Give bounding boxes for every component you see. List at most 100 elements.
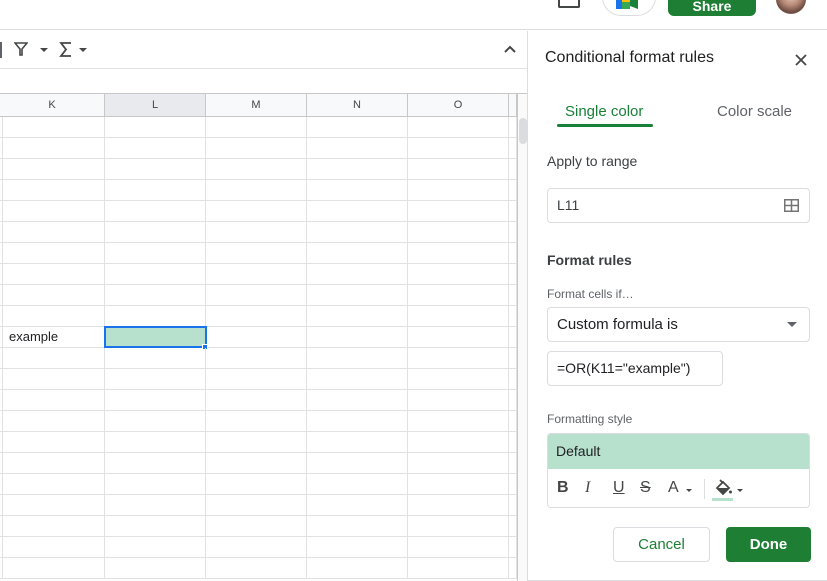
cell[interactable] (509, 558, 517, 578)
cell-n14[interactable] (307, 390, 408, 410)
cell-k1[interactable] (3, 117, 105, 137)
active-cell[interactable] (104, 326, 207, 348)
strikethrough-button[interactable]: S (640, 479, 651, 497)
cell-k2[interactable] (3, 138, 105, 158)
cell-o12[interactable] (408, 348, 509, 368)
filter-dropdown-caret[interactable] (40, 48, 48, 52)
cell[interactable] (509, 390, 517, 410)
cell-o6[interactable] (408, 222, 509, 242)
cell-m2[interactable] (206, 138, 307, 158)
cell-n12[interactable] (307, 348, 408, 368)
cell-m6[interactable] (206, 222, 307, 242)
text-color-button[interactable]: A (668, 479, 679, 497)
style-preview-dropdown[interactable]: Default (548, 434, 809, 469)
cell-n22[interactable] (307, 558, 408, 578)
cancel-button[interactable]: Cancel (613, 527, 710, 562)
cell-m4[interactable] (206, 180, 307, 200)
cell-m12[interactable] (206, 348, 307, 368)
cell-k9[interactable] (3, 285, 105, 305)
cell-m22[interactable] (206, 558, 307, 578)
cell-n16[interactable] (307, 432, 408, 452)
cell-l18[interactable] (105, 474, 206, 494)
formula-bar[interactable] (0, 70, 527, 94)
cell-l21[interactable] (105, 537, 206, 557)
cell-k12[interactable] (3, 348, 105, 368)
condition-select[interactable]: Custom formula is (547, 307, 810, 342)
cell-m3[interactable] (206, 159, 307, 179)
cell[interactable] (509, 432, 517, 452)
cell-l4[interactable] (105, 180, 206, 200)
cell[interactable] (509, 159, 517, 179)
cell[interactable] (509, 327, 517, 347)
cell-k22[interactable] (3, 558, 105, 578)
cell-o21[interactable] (408, 537, 509, 557)
comment-icon[interactable] (558, 0, 580, 8)
cell[interactable] (509, 285, 517, 305)
cell-o22[interactable] (408, 558, 509, 578)
cell-o1[interactable] (408, 117, 509, 137)
close-icon[interactable] (792, 51, 810, 69)
cell-l2[interactable] (105, 138, 206, 158)
cell-n11[interactable] (307, 327, 408, 347)
cell[interactable] (509, 243, 517, 263)
cell-o7[interactable] (408, 243, 509, 263)
italic-button[interactable]: I (585, 479, 590, 497)
tab-color-scale[interactable]: Color scale (717, 103, 792, 120)
cell[interactable] (509, 348, 517, 368)
cell-k7[interactable] (3, 243, 105, 263)
cell-m18[interactable] (206, 474, 307, 494)
cell-n7[interactable] (307, 243, 408, 263)
cell-n9[interactable] (307, 285, 408, 305)
cell-l6[interactable] (105, 222, 206, 242)
cell[interactable] (509, 306, 517, 326)
cell[interactable] (509, 264, 517, 284)
cell-k8[interactable] (3, 264, 105, 284)
fill-color-icon[interactable] (713, 478, 733, 498)
cell[interactable] (509, 453, 517, 473)
cell-n6[interactable] (307, 222, 408, 242)
cell-l20[interactable] (105, 516, 206, 536)
cell-l19[interactable] (105, 495, 206, 515)
cell-n19[interactable] (307, 495, 408, 515)
text-color-caret[interactable] (686, 489, 692, 492)
cell-n8[interactable] (307, 264, 408, 284)
cell-o4[interactable] (408, 180, 509, 200)
cell-k11[interactable]: example (3, 327, 105, 347)
cell-m10[interactable] (206, 306, 307, 326)
cell-m15[interactable] (206, 411, 307, 431)
cell[interactable] (509, 495, 517, 515)
cell-o20[interactable] (408, 516, 509, 536)
sigma-functions-icon[interactable] (59, 42, 73, 57)
cell-k14[interactable] (3, 390, 105, 410)
vertical-scrollbar[interactable] (517, 94, 527, 581)
column-header-n[interactable]: N (307, 94, 408, 117)
cell-l14[interactable] (105, 390, 206, 410)
cell-n15[interactable] (307, 411, 408, 431)
cell-m17[interactable] (206, 453, 307, 473)
cell-n2[interactable] (307, 138, 408, 158)
cell-o11[interactable] (408, 327, 509, 347)
cell[interactable] (509, 201, 517, 221)
cell-m14[interactable] (206, 390, 307, 410)
bold-button[interactable]: B (557, 479, 569, 497)
cell-k21[interactable] (3, 537, 105, 557)
cell-k4[interactable] (3, 180, 105, 200)
cell-k18[interactable] (3, 474, 105, 494)
cell-l7[interactable] (105, 243, 206, 263)
chevron-up-icon[interactable] (500, 39, 520, 59)
cell[interactable] (509, 369, 517, 389)
cell-k5[interactable] (3, 201, 105, 221)
cell-k6[interactable] (3, 222, 105, 242)
cell-l13[interactable] (105, 369, 206, 389)
cell-o18[interactable] (408, 474, 509, 494)
cell-m20[interactable] (206, 516, 307, 536)
share-button[interactable]: Share (668, 0, 756, 16)
cell-l10[interactable] (105, 306, 206, 326)
cell-o10[interactable] (408, 306, 509, 326)
cell-o9[interactable] (408, 285, 509, 305)
tab-single-color[interactable]: Single color (565, 103, 643, 120)
cell-k10[interactable] (3, 306, 105, 326)
cell-m9[interactable] (206, 285, 307, 305)
cell-n18[interactable] (307, 474, 408, 494)
cell-l16[interactable] (105, 432, 206, 452)
